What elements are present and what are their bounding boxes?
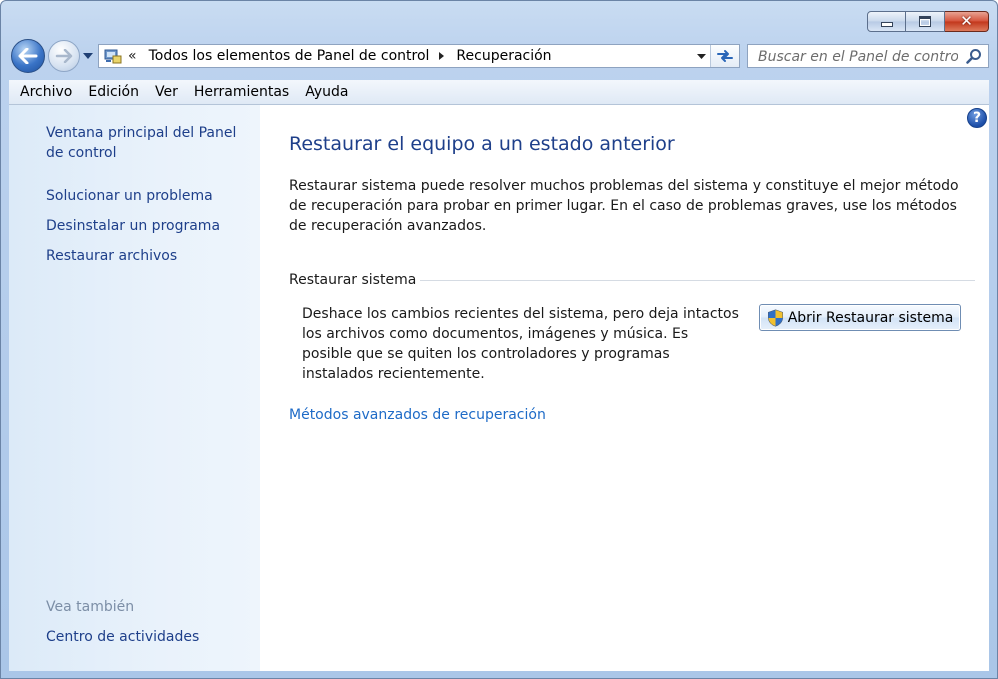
section-divider [420,279,975,281]
forward-button[interactable] [48,40,80,72]
control-panel-window: ✕ « Todos los elementos de Panel de cont… [0,0,998,679]
help-icon[interactable]: ? [967,108,987,128]
close-button[interactable]: ✕ [945,11,989,32]
menu-edicion[interactable]: Edición [80,84,147,100]
refresh-icon [717,50,733,62]
chevron-down-icon [83,53,93,59]
open-system-restore-button[interactable]: Abrir Restaurar sistema [759,304,961,331]
see-also-heading: Vea también [46,599,135,615]
breadcrumb-recovery[interactable]: Recuperación [452,48,555,64]
menu-ayuda[interactable]: Ayuda [297,84,356,100]
back-arrow-icon [18,48,38,64]
sidebar-link-restore-files[interactable]: Restaurar archivos [46,246,177,266]
breadcrumb-all-items[interactable]: Todos los elementos de Panel de control [145,48,434,64]
maximize-button[interactable] [906,11,945,32]
sidebar: Ventana principal del Panel de control S… [9,105,260,671]
address-dropdown[interactable] [693,45,709,67]
section-heading-label: Restaurar sistema [289,272,417,288]
control-panel-icon [102,46,124,66]
uac-shield-icon [767,308,783,327]
menu-bar: Archivo Edición Ver Herramientas Ayuda [9,80,989,105]
search-icon[interactable] [966,48,982,64]
breadcrumb-separator-icon[interactable] [439,52,445,60]
menu-herramientas[interactable]: Herramientas [186,84,297,100]
menu-ver[interactable]: Ver [147,84,186,100]
minimize-icon [880,22,893,27]
sidebar-link-uninstall-program[interactable]: Desinstalar un programa [46,216,220,236]
search-box[interactable] [747,44,989,68]
section-heading-system-restore: Restaurar sistema [289,272,975,288]
chevron-down-icon [696,53,706,59]
page-title: Restaurar el equipo a un estado anterior [289,133,675,155]
close-icon: ✕ [960,12,973,30]
search-input[interactable] [756,46,960,68]
sidebar-link-troubleshoot[interactable]: Solucionar un problema [46,186,213,206]
intro-text: Restaurar sistema puede resolver muchos … [289,178,959,234]
refresh-button[interactable] [710,45,739,67]
main-content: ? Restaurar el equipo a un estado anteri… [260,105,989,671]
back-button[interactable] [11,39,45,73]
sidebar-link-action-center[interactable]: Centro de actividades [46,627,199,647]
address-bar[interactable]: « Todos los elementos de Panel de contro… [98,44,740,68]
maximize-icon [919,16,931,27]
menu-archivo[interactable]: Archivo [9,84,80,100]
system-restore-description: Deshace los cambios recientes del sistem… [302,306,739,382]
recent-pages-dropdown[interactable] [82,51,94,61]
forward-arrow-icon [55,49,73,63]
address-overflow[interactable]: « [128,48,137,64]
open-system-restore-label: Abrir Restaurar sistema [787,309,954,326]
minimize-button[interactable] [867,11,906,32]
sidebar-link-control-panel-home[interactable]: Ventana principal del Panel de control [46,123,256,163]
advanced-recovery-link[interactable]: Métodos avanzados de recuperación [289,407,546,423]
